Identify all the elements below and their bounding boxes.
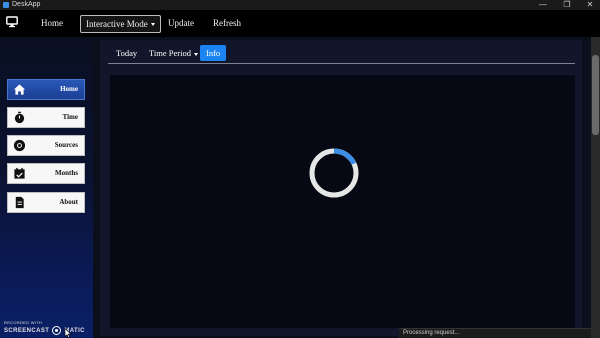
nav-interactive-mode-dropdown[interactable]: Interactive Mode — [80, 15, 161, 33]
nav-interactive-mode-label: Interactive Mode — [86, 19, 148, 29]
sidebar-item-label: About — [59, 198, 78, 206]
tab-info[interactable]: Info — [200, 45, 227, 61]
caret-down-icon — [150, 23, 155, 27]
sidebar-item-time[interactable]: Time — [7, 107, 85, 128]
home-icon — [13, 84, 26, 95]
loading-spinner — [309, 148, 359, 198]
tab-today[interactable]: Today — [112, 45, 141, 61]
window-titlebar: DeskApp — ❐ ✕ — [0, 0, 600, 10]
watermark-brand: SCREENCAST MATIC — [4, 326, 85, 335]
status-bar: Processing request... — [399, 328, 591, 338]
maximize-button[interactable]: ❐ — [559, 0, 575, 10]
sidebar-item-home[interactable]: Home — [7, 79, 85, 100]
sidebar-item-label: Months — [55, 169, 78, 177]
mouse-cursor-icon — [64, 328, 72, 338]
top-navbar: Home Interactive Mode Update Refresh — [0, 10, 600, 37]
calendar-check-icon — [14, 167, 25, 179]
app-icon — [3, 2, 9, 8]
scrollbar-thumb[interactable] — [592, 55, 599, 135]
tabs-divider — [108, 63, 575, 64]
document-icon — [15, 196, 24, 209]
close-button[interactable]: ✕ — [582, 0, 598, 10]
nav-update[interactable]: Update — [164, 15, 198, 31]
tab-time-period-dropdown[interactable]: Time Period — [145, 45, 202, 61]
nav-home[interactable]: Home — [37, 15, 67, 31]
sidebar-item-sources[interactable]: Sources — [7, 135, 85, 156]
screencast-watermark: RECORDED WITH SCREENCAST MATIC — [4, 318, 94, 336]
main-panel: Today Time Period Info — [93, 37, 591, 338]
tab-time-period-label: Time Period — [149, 48, 191, 58]
window-title: DeskApp — [12, 1, 41, 8]
sidebar-item-label: Home — [60, 85, 78, 93]
status-text: Processing request... — [403, 330, 460, 336]
stopwatch-icon — [14, 111, 25, 124]
sidebar-item-label: Time — [62, 113, 78, 121]
caret-down-icon — [193, 52, 198, 56]
nav-refresh[interactable]: Refresh — [209, 15, 245, 31]
watermark-brand-left: SCREENCAST — [4, 328, 50, 335]
sidebar: Home Time Sources Months About — [0, 37, 93, 338]
watermark-caption: RECORDED WITH — [4, 320, 43, 325]
content-area — [110, 75, 575, 328]
chrome-icon — [13, 139, 26, 152]
vertical-scrollbar[interactable] — [591, 37, 600, 338]
sidebar-item-label: Sources — [54, 141, 78, 149]
screencast-logo-icon — [52, 326, 62, 335]
minimize-button[interactable]: — — [535, 0, 551, 10]
sidebar-item-months[interactable]: Months — [7, 163, 85, 184]
monitor-icon[interactable] — [6, 16, 18, 28]
content-frame: Today Time Period Info — [100, 40, 582, 336]
sidebar-item-about[interactable]: About — [7, 192, 85, 213]
